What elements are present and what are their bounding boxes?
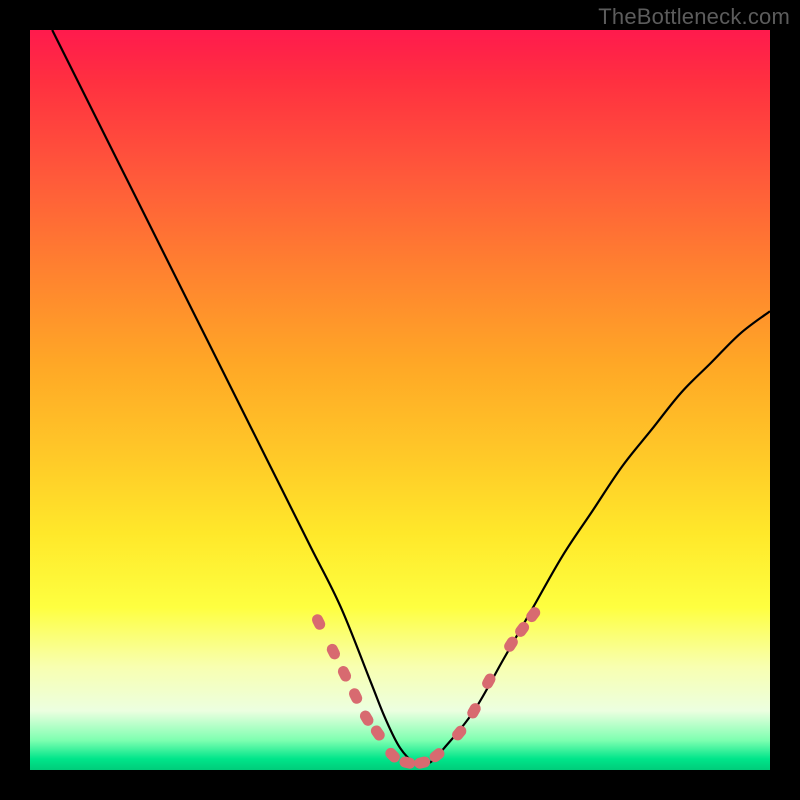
bottleneck-curve <box>52 30 770 765</box>
curve-marker <box>358 709 376 728</box>
curve-marker <box>465 701 482 720</box>
curve-marker <box>310 612 327 631</box>
curve-marker <box>398 755 416 770</box>
curve-marker <box>524 605 542 624</box>
marker-group <box>310 605 542 770</box>
chart-frame: TheBottleneck.com <box>0 0 800 800</box>
curve-marker <box>336 664 353 683</box>
curve-layer <box>30 30 770 770</box>
curve-marker <box>347 686 364 705</box>
watermark-text: TheBottleneck.com <box>598 4 790 30</box>
plot-area <box>30 30 770 770</box>
curve-marker <box>502 634 520 653</box>
curve-marker <box>413 755 431 770</box>
curve-marker <box>325 642 342 661</box>
curve-marker <box>369 723 387 742</box>
